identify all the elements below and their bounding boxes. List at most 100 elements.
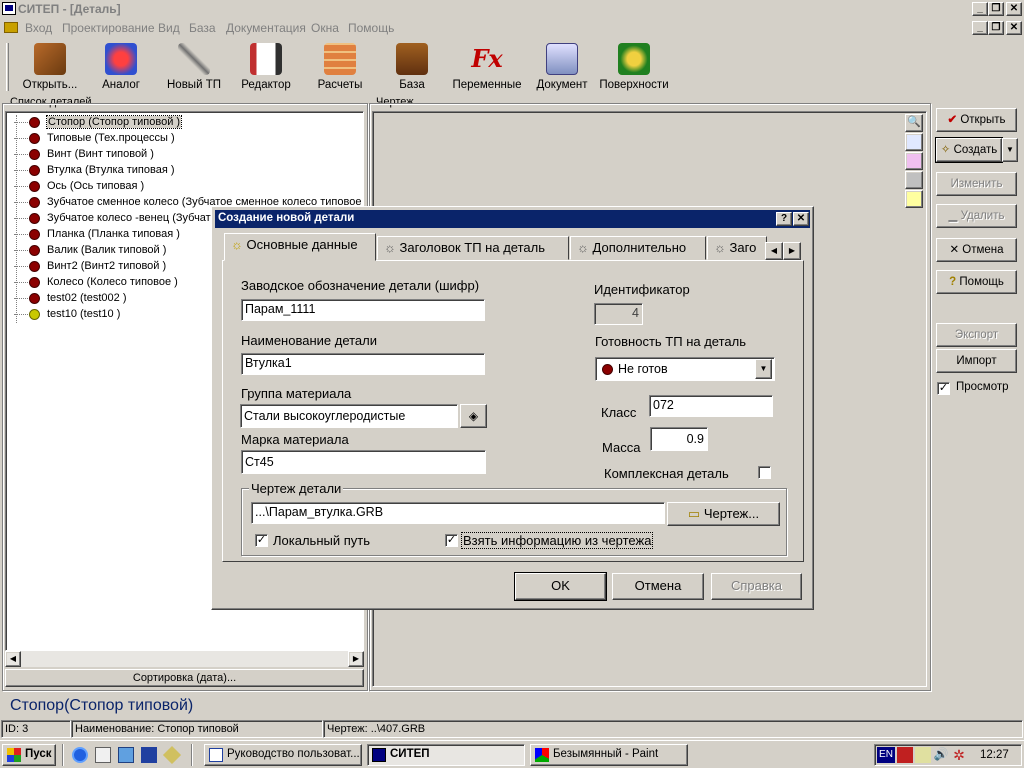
close-button[interactable]: ✕ [1006,2,1022,16]
menu-docs[interactable]: Документация [226,21,306,35]
toolbar-base-button[interactable]: База [384,41,440,93]
word-icon[interactable] [141,747,157,763]
child-close-button[interactable]: ✕ [1006,21,1022,35]
tray-network-icon[interactable] [915,747,931,763]
language-indicator[interactable]: EN [877,747,895,763]
question-icon: ? [949,276,957,288]
tab-header-more[interactable]: ☼ Заго [707,236,767,260]
tab-scroll-right[interactable]: ▶ [783,242,801,260]
magic-wand-icon[interactable] [905,190,923,208]
zoom-fit-icon[interactable] [905,133,923,151]
change-button[interactable]: Изменить [936,172,1017,196]
editor-icon [250,43,282,75]
database-icon [396,43,428,75]
tab-main-data[interactable]: ☼ Основные данные [224,233,376,261]
desktop-icon[interactable] [118,747,134,763]
toolbar-surfaces-button[interactable]: Поверхности [596,41,672,93]
open-button[interactable]: ✔ Открыть [936,108,1017,132]
dialog-cancel-button[interactable]: Отмена [612,573,704,600]
status-red-icon [29,213,40,224]
toolbar-calc-button[interactable]: Расчеты [308,41,372,93]
menu-design[interactable]: Проектирование [62,21,155,35]
folder-icon[interactable] [4,22,18,33]
layers-icon[interactable] [905,152,923,170]
toolbar-open-button[interactable]: Открыть... [16,41,84,93]
sun-icon: ☼ [231,237,243,252]
tree-item-label: Зубчатое колесо -венец (Зубчато [47,212,217,224]
preview-label: Просмотр [956,381,1009,393]
status-red-icon [29,181,40,192]
restore-button[interactable]: ❐ [988,2,1004,16]
menu-base[interactable]: База [189,21,216,35]
x-icon: ✕ [949,244,960,256]
sitep-app-icon [372,748,386,762]
windows-logo-icon [7,748,21,762]
status-id: ID: 3 [1,720,71,738]
menu-vhod[interactable]: Вход [25,21,52,35]
status-red-icon [29,261,40,272]
window-title: СИТЕП - [Деталь] [18,2,121,16]
child-restore-button[interactable]: ❐ [988,21,1004,35]
zoom-icon[interactable]: 🔍 [905,114,923,132]
scroll-left-button[interactable]: ◀ [5,651,21,667]
toolbar-new-tp-button[interactable]: Новый ТП [162,41,226,93]
new-icon: ✧ [940,144,951,156]
minimize-button[interactable]: _ [972,2,988,16]
notepad-icon[interactable] [95,747,111,763]
tree-item-label: Типовые (Тех.процессы ) [47,132,175,144]
menu-windows[interactable]: Окна [311,21,339,35]
tray-gear-icon[interactable]: ✲ [951,747,967,763]
create-button[interactable]: ✧ Создать [935,137,1003,163]
tab-tp-header[interactable]: ☼ Заголовок ТП на деталь [377,236,569,260]
task-manual[interactable]: Руководство пользоват... [204,744,362,766]
tree-item-label: Ось (Ось типовая ) [47,180,145,192]
paint-icon [535,748,549,762]
menu-help[interactable]: Помощь [348,21,394,35]
toolbar-document-button[interactable]: Документ [532,41,592,93]
start-button[interactable]: Пуск [2,744,56,766]
dialog-close-button[interactable]: ✕ [793,212,809,226]
app-icon[interactable] [2,2,16,15]
import-button[interactable]: Импорт [936,349,1017,373]
task-paint[interactable]: Безымянный - Paint [530,744,688,766]
print-icon[interactable] [905,171,923,189]
open-tool-icon [34,43,66,75]
document-icon [546,43,578,75]
tray-app-icon[interactable] [897,747,913,763]
menu-view[interactable]: Вид [158,21,180,35]
toolbar-analog-button[interactable]: Аналог [90,41,152,93]
drawing-tools: 🔍 [905,114,923,210]
status-red-icon [29,245,40,256]
status-red-icon [29,165,40,176]
menu-bar: Вход Проектирование Вид База Документаци… [0,19,1024,37]
compass-icon [178,43,210,75]
tab-additional[interactable]: ☼ Дополнительно [570,236,706,260]
tree-item-label: Валик (Валик типовой ) [47,244,167,256]
cancel-button[interactable]: ✕ Отмена [936,238,1017,262]
dialog-help-button[interactable]: ? [776,212,792,226]
help-button[interactable]: ? Помощь [936,270,1017,294]
tab-scroll-left[interactable]: ◀ [765,242,783,260]
create-dropdown-button[interactable]: ▼ [1002,138,1018,162]
toolbar-variables-button[interactable]: Fx Переменные [450,41,524,93]
tree-hscrollbar[interactable]: ◀ ▶ [5,651,364,667]
tree-item-label: Втулка (Втулка типовая ) [47,164,175,176]
export-button[interactable]: Экспорт [936,323,1017,347]
check-icon: ✔ [947,114,958,126]
child-minimize-button[interactable]: _ [972,21,988,35]
status-red-icon [29,197,40,208]
ok-button[interactable]: OK [514,572,607,601]
toolbar-editor-button[interactable]: Редактор [234,41,298,93]
sort-button[interactable]: Сортировка (дата)... [5,669,364,687]
scroll-right-button[interactable]: ▶ [348,651,364,667]
volume-icon[interactable]: 🔊 [933,747,949,763]
status-red-icon [29,117,40,128]
dialog-help-text-button[interactable]: Справка [711,573,802,600]
preview-checkbox[interactable]: ✓ [937,382,950,395]
gear-icon: ☼ [577,240,589,255]
delete-button[interactable]: ▁ Удалить [936,204,1017,228]
ie-icon[interactable] [72,747,88,763]
dialog-title-bar: Создание новой детали [215,210,810,228]
task-sitep[interactable]: СИТЕП [367,744,525,766]
tree-item-label: Планка (Планка типовая ) [47,228,180,240]
